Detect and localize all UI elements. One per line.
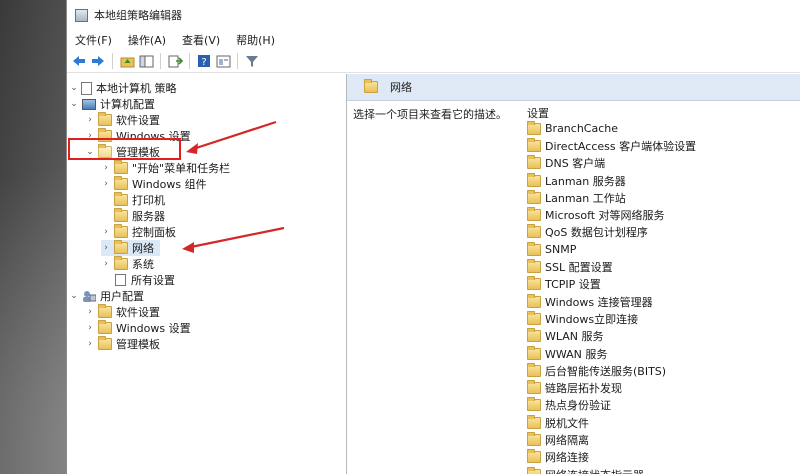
annotation-arrows [182, 120, 285, 253]
arrow-to-admin-templates [186, 120, 277, 154]
arrow-to-network [182, 226, 285, 253]
